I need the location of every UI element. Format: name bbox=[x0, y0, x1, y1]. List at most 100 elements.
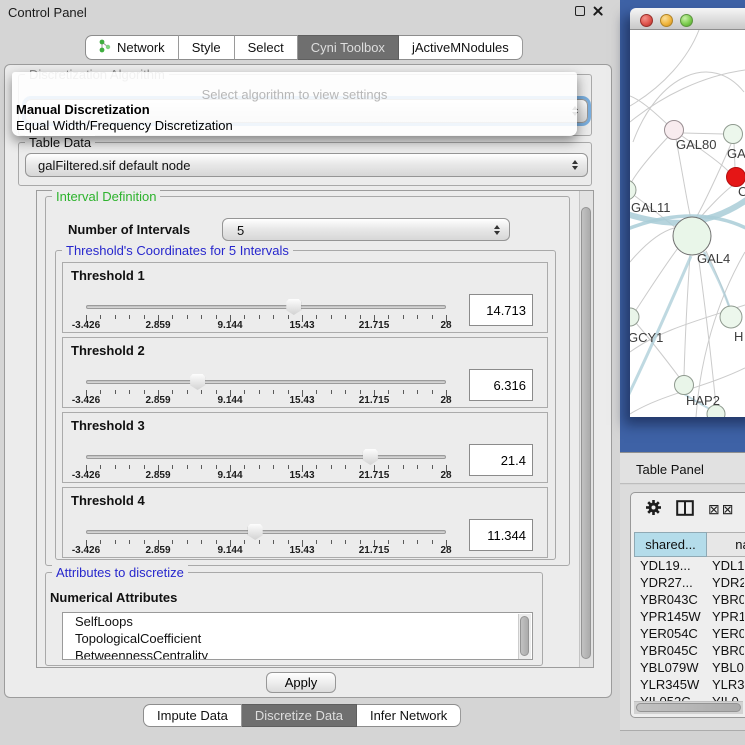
gear-icon[interactable] bbox=[645, 499, 662, 521]
slider-thumb[interactable] bbox=[190, 374, 205, 390]
network-node[interactable] bbox=[673, 217, 711, 255]
slider-tick bbox=[403, 390, 404, 394]
slider-tick bbox=[259, 465, 260, 469]
cell-shared-name: YPR145W bbox=[640, 609, 701, 624]
slider-tick bbox=[201, 390, 202, 394]
network-edge[interactable] bbox=[631, 137, 668, 183]
column-header-name[interactable]: na bbox=[707, 532, 745, 557]
slider-track[interactable] bbox=[86, 305, 446, 309]
table-data-combobox[interactable]: galFiltered.sif default node bbox=[25, 153, 588, 177]
tab-label: Infer Network bbox=[370, 708, 447, 723]
table-panel-title: Table Panel bbox=[636, 462, 704, 477]
slider-tick bbox=[115, 315, 116, 319]
numerical-attribute-item[interactable]: TopologicalCoefficient bbox=[63, 630, 532, 647]
dropdown-item-manual-discretization[interactable]: Manual Discretization bbox=[16, 102, 150, 117]
tab-select[interactable]: Select bbox=[235, 35, 298, 60]
tab-discretize-data[interactable]: Discretize Data bbox=[242, 704, 357, 727]
threshold-value-field[interactable] bbox=[469, 519, 533, 551]
table-row[interactable]: YDL19...YDL1 bbox=[634, 558, 744, 575]
network-node[interactable] bbox=[675, 376, 694, 395]
number-of-intervals-combobox[interactable]: 5 bbox=[222, 218, 510, 241]
tab-jactivemnodules[interactable]: jActiveMNodules bbox=[399, 35, 523, 60]
split-column-icon[interactable] bbox=[676, 500, 694, 521]
tab-cyni-toolbox[interactable]: Cyni Toolbox bbox=[298, 35, 399, 60]
spinner-icon bbox=[572, 160, 578, 170]
minimize-light-icon[interactable] bbox=[660, 14, 673, 27]
dropdown-item-equal-width-frequency[interactable]: Equal Width/Frequency Discretization bbox=[16, 118, 233, 133]
tab-label: Select bbox=[248, 40, 284, 55]
horizontal-scrollbar-thumb[interactable] bbox=[636, 703, 741, 712]
column-header-shared[interactable]: shared... bbox=[634, 532, 707, 557]
slider-tick bbox=[244, 465, 245, 469]
network-window-titlebar[interactable] bbox=[630, 8, 745, 30]
table-row[interactable]: YBL079WYBL0 bbox=[634, 660, 744, 677]
slider-tick bbox=[115, 540, 116, 544]
table-row[interactable]: YBR045CYBR0 bbox=[634, 643, 744, 660]
float-panel-icon[interactable] bbox=[575, 6, 585, 16]
network-edge[interactable] bbox=[630, 228, 674, 262]
network-edge[interactable] bbox=[630, 30, 699, 106]
tab-network[interactable]: Network bbox=[85, 35, 179, 60]
numerical-attributes-list[interactable]: SelfLoopsTopologicalCoefficientBetweenne… bbox=[62, 612, 533, 660]
slider-thumb[interactable] bbox=[363, 449, 378, 465]
numerical-attribute-item[interactable]: BetweennessCentrality bbox=[63, 647, 532, 660]
slider-thumb[interactable] bbox=[286, 299, 301, 315]
network-node[interactable] bbox=[630, 308, 639, 326]
slider-tick bbox=[201, 465, 202, 469]
checkbox-icons[interactable]: ⊠⊠ bbox=[708, 501, 735, 518]
slider-tick-label: 9.144 bbox=[217, 395, 242, 406]
table-panel-bottom bbox=[620, 730, 745, 745]
network-node[interactable] bbox=[720, 306, 742, 328]
slider-tick bbox=[388, 315, 389, 319]
threshold-value-field[interactable] bbox=[469, 294, 533, 326]
table-row[interactable]: YER054CYER0 bbox=[634, 626, 744, 643]
slider-tick bbox=[403, 315, 404, 319]
network-edge[interactable] bbox=[696, 144, 731, 218]
slider-tick-label: 2.859 bbox=[145, 395, 170, 406]
table-row[interactable]: YPR145WYPR1 bbox=[634, 609, 744, 626]
slider-thumb[interactable] bbox=[248, 524, 263, 540]
slider-tick-label: 28 bbox=[440, 545, 451, 556]
slider-tick bbox=[432, 465, 433, 469]
slider-tick-label: 15.43 bbox=[289, 470, 314, 481]
slider-track[interactable] bbox=[86, 455, 446, 459]
close-icon[interactable] bbox=[592, 5, 604, 17]
tab-infer-network[interactable]: Infer Network bbox=[357, 704, 461, 727]
slider-tick bbox=[432, 540, 433, 544]
apply-button[interactable]: Apply bbox=[266, 672, 336, 693]
slider-tick bbox=[331, 465, 332, 469]
slider-tick bbox=[244, 390, 245, 394]
number-of-intervals-label: Number of Intervals bbox=[68, 222, 190, 237]
slider-tick bbox=[316, 390, 317, 394]
threshold-value-field[interactable] bbox=[469, 444, 533, 476]
threshold-value-field[interactable] bbox=[469, 369, 533, 401]
table-row[interactable]: YDR27...YDR2 bbox=[634, 575, 744, 592]
slider-track[interactable] bbox=[86, 530, 446, 534]
close-light-icon[interactable] bbox=[640, 14, 653, 27]
cell-name: YDL1 bbox=[712, 558, 744, 573]
table-row[interactable]: YBR043C YBR0 bbox=[634, 592, 744, 609]
zoom-light-icon[interactable] bbox=[680, 14, 693, 27]
table-row[interactable]: YIL052CYIL0 bbox=[634, 694, 744, 701]
tab-style[interactable]: Style bbox=[179, 35, 235, 60]
network-node[interactable] bbox=[630, 180, 636, 200]
cell-name: YDR2 bbox=[712, 575, 744, 590]
numerical-attribute-item[interactable]: SelfLoops bbox=[63, 613, 532, 630]
list-scrollbar[interactable] bbox=[518, 614, 531, 660]
slider-tick bbox=[417, 390, 418, 394]
node-label: GCY1 bbox=[630, 330, 663, 345]
vertical-scrollbar-thumb[interactable] bbox=[581, 207, 591, 659]
list-scrollbar-thumb[interactable] bbox=[520, 616, 529, 656]
cell-shared-name: YIL052C bbox=[640, 694, 691, 701]
tab-impute-data[interactable]: Impute Data bbox=[143, 704, 242, 727]
network-node[interactable] bbox=[724, 125, 743, 144]
cell-name: YBR0 bbox=[712, 592, 744, 607]
network-edge[interactable] bbox=[683, 133, 724, 134]
network-canvas[interactable]: GAL80GACGAL11GAL4GCY1HHAP2 bbox=[630, 30, 745, 417]
threshold-label: Threshold 2 bbox=[71, 343, 145, 358]
table-row[interactable]: YLR345WYLR3 bbox=[634, 677, 744, 694]
slider-track[interactable] bbox=[86, 380, 446, 384]
cell-shared-name: YBR043C bbox=[640, 592, 698, 607]
slider-tick bbox=[417, 540, 418, 544]
slider-tick-label: 2.859 bbox=[145, 470, 170, 481]
